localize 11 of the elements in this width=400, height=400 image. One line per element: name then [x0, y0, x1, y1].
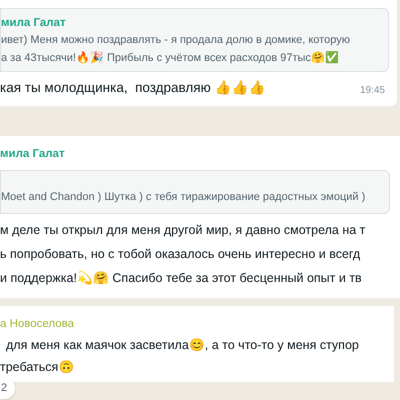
quote-sender: мила Галат — [1, 16, 66, 31]
message-time: 19:45 — [360, 84, 386, 98]
message-text: м деле ты открыл для меня другой мир, я давно смотрела на т ь попробовать, но с тобой оказалось очень интересно и всегд и поддержка!💫🤗 Спасибо тебе за этот бесценный опыт и тв — [0, 222, 366, 287]
reaction-count[interactable]: 2 — [0, 378, 16, 398]
message-text: для меня как маячок засветила😊, а то что-то у меня ступор требаться🙃 — [0, 337, 359, 376]
quote-text: ивет) Меня можно поздравлять - я продала долю в домике, которую — [1, 33, 350, 48]
message-sender: мила Галат — [0, 147, 65, 162]
message-sender: а Новоселова — [0, 317, 74, 332]
quote-text: Moet and Chandon ) Шутка ) с тебя тиражирование радостных эмоций ) — [1, 190, 366, 205]
message-text: кая ты молодщинка, поздравляю 👍👍👍 — [0, 79, 266, 97]
quote-text: а за 43тысячи!🔥🎉 Прибыль с учётом всех расходов 97тыс🤗✅ — [1, 50, 339, 66]
